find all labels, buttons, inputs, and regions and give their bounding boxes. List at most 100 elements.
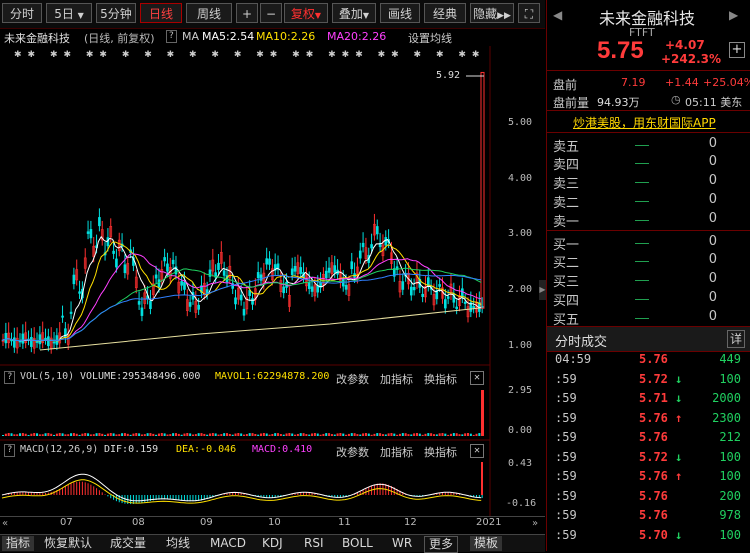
tick-volume: 100 [719,527,741,542]
volume-bar [294,434,297,436]
candle-body [444,299,447,309]
tab-kdj[interactable]: KDJ [258,536,287,551]
tab-5day[interactable]: 5日 ▼ [46,3,92,23]
macd-add-indicator[interactable]: 加指标 [380,444,413,460]
bid-volume: 0 [708,252,717,267]
volume-bar [126,433,129,436]
volume-bar [72,433,75,436]
candle-body [375,226,379,235]
volume-bar [174,433,177,436]
candle-body [310,286,314,292]
classic-button[interactable]: 经典 [424,3,466,23]
ask-row: 卖五 0 [553,136,749,155]
tab-intraday[interactable]: 分时 [2,3,42,23]
volume-bar [186,433,189,436]
candle-body [149,300,152,309]
volume-bar [240,433,243,436]
tab-more[interactable]: 更多 [424,536,459,553]
tick-price: 5.76 [639,488,668,503]
tab-ma[interactable]: 均线 [162,536,194,551]
x-tick: 07 [60,517,73,528]
premarket-volume: 94.93万 [597,96,640,109]
tick-time: :59 [555,371,577,386]
tab-volume[interactable]: 成交量 [106,536,150,551]
tab-5day-label: 5日 [54,7,74,21]
next-stock-icon[interactable]: ▶ [729,8,738,22]
ma-settings-link[interactable]: 设置均线 [408,30,452,46]
macd-change-params[interactable]: 改参数 [336,444,369,460]
ask-volume: 0 [708,136,717,151]
bid-volume: 0 [708,290,717,305]
tab-rsi[interactable]: RSI [300,536,328,551]
candle-body [154,274,158,279]
volume-bar [30,433,33,436]
volume-bar [444,433,447,436]
period-info: (日线, 前复权) [84,32,155,45]
volume-bar [370,434,373,436]
previous-stock-icon[interactable]: ◀ [553,8,562,22]
close-icon[interactable]: ✕ [470,444,484,458]
scroll-right-icon[interactable]: » [532,518,538,529]
promo-link[interactable]: 炒港美股，用东财国际APP [573,114,716,131]
candle-body [140,307,144,316]
volume-bar [132,433,135,436]
add-watchlist-button[interactable]: + [729,42,745,58]
tab-5min[interactable]: 5分钟 [96,3,136,23]
adjust-dropdown[interactable]: 复权▼ [284,3,328,23]
candle-body [222,270,226,276]
volume-change-params[interactable]: 改参数 [336,371,369,387]
overlay-dropdown[interactable]: 叠加▼ [332,3,376,23]
tick-time: :59 [555,508,577,522]
hide-button[interactable]: 隐藏▶▶ [470,3,514,23]
help-icon[interactable]: ? [4,371,16,384]
draw-line-button[interactable]: 画线 [380,3,420,23]
volume-bar [376,433,379,436]
ticks-detail-button[interactable]: 详 [727,330,745,348]
volume-bar [50,433,53,436]
volume-add-indicator[interactable]: 加指标 [380,371,413,387]
volume-bar [277,433,280,436]
bid-row: 买三 0 [553,271,749,290]
volume-bar [424,433,427,436]
volume-bar [234,433,237,436]
down-arrow-icon: ↓ [675,371,683,386]
candle-body [299,267,303,274]
tab-weekly[interactable]: 周线 [186,3,232,23]
bid-label: 买四 [553,294,580,309]
macd-switch-indicator[interactable]: 换指标 [424,444,457,460]
collapse-panel-handle[interactable]: ▶ [539,280,546,300]
volume-bar [115,434,118,436]
tab-daily[interactable]: 日线 [140,3,182,23]
volume-bar [367,433,370,436]
tab-restore-default[interactable]: 恢复默认 [40,536,96,551]
candle-body [163,257,166,262]
mavol-value: MAVOL1:62294878.200 [215,371,330,382]
help-icon[interactable]: ? [166,30,177,43]
zoom-in-button[interactable]: + [236,3,258,23]
fullscreen-button[interactable]: ⛶ [518,3,540,23]
tab-indicator[interactable]: 指标 [2,536,35,551]
volume-bar [70,433,73,436]
price-change: +4.07 [665,38,705,52]
bid-row: 买一 0 [553,234,749,253]
tab-macd[interactable]: MACD [206,536,250,551]
scroll-left-icon[interactable]: « [2,518,8,529]
help-icon[interactable]: ? [4,444,16,457]
volume-bar [475,433,478,436]
zoom-out-button[interactable]: − [260,3,282,23]
tab-template[interactable]: 模板 [470,536,503,551]
candle-body [307,282,311,289]
volume-switch-indicator[interactable]: 换指标 [424,371,457,387]
macd-y-tick: -0.16 [506,498,537,509]
candle-body [259,274,263,281]
volume-bar [407,434,410,436]
tab-wr[interactable]: WR [388,536,416,551]
volume-bar [177,433,180,436]
volume-bar [438,433,441,436]
candle-body [358,250,362,259]
tab-boll[interactable]: BOLL [338,536,377,551]
volume-y-tick: 0.00 [508,425,533,436]
up-arrow-icon: ↑ [675,469,683,483]
candle-body [384,237,388,246]
close-icon[interactable]: ✕ [470,371,484,385]
